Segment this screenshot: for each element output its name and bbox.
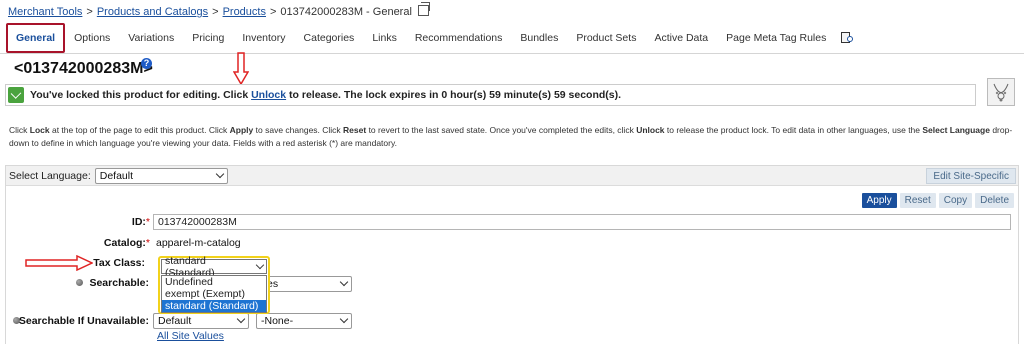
- tab-divider: [0, 53, 1024, 54]
- delete-button[interactable]: Delete: [975, 193, 1014, 208]
- product-edit-panel: Select Language: Default Edit Site-Speci…: [5, 165, 1019, 344]
- reset-button[interactable]: Reset: [899, 193, 936, 208]
- searchable-if-unavailable-site-value: -None-: [261, 315, 294, 327]
- searchable-if-unavailable-value: Default: [158, 315, 192, 327]
- breadcrumb-link-products[interactable]: Products: [223, 6, 266, 18]
- tab-bar: General Options Variations Pricing Inven…: [6, 23, 855, 53]
- language-bar: Select Language: Default Edit Site-Speci…: [6, 166, 1018, 186]
- chevron-down-icon: [236, 314, 246, 324]
- copy-button[interactable]: Copy: [938, 193, 973, 208]
- lock-status-bar: You've locked this product for editing. …: [5, 84, 976, 106]
- lock-message-suffix: to release. The lock expires in 0 hour(s…: [286, 89, 622, 101]
- breadcrumb-separator: >: [86, 6, 93, 18]
- tab-product-sets[interactable]: Product Sets: [567, 23, 645, 53]
- chevron-down-icon: [339, 277, 349, 287]
- tab-active-data[interactable]: Active Data: [645, 23, 717, 53]
- tax-class-options: Undefined exempt (Exempt) standard (Stan…: [161, 275, 267, 313]
- unlock-link[interactable]: Unlock: [251, 89, 286, 101]
- searchable-if-unavailable-select[interactable]: Default: [153, 313, 249, 329]
- breadcrumb-link-merchant-tools[interactable]: Merchant Tools: [8, 6, 82, 18]
- page-title: <013742000283M>: [14, 60, 153, 77]
- id-label: ID:*: [131, 216, 150, 228]
- annotation-arrow-right-icon: [25, 255, 93, 271]
- lock-message-prefix: You've locked this product for editing. …: [30, 89, 252, 101]
- necklace-thumbnail-icon: [987, 78, 1015, 106]
- edit-site-specific-button[interactable]: Edit Site-Specific: [926, 168, 1016, 184]
- language-select-value: Default: [99, 169, 134, 182]
- site-specific-bullet-icon: [76, 279, 83, 286]
- searchable-label: Searchable:: [89, 277, 149, 289]
- searchable-if-unavailable-label: Searchable If Unavailable:: [18, 315, 149, 327]
- tab-page-meta-tag-rules[interactable]: Page Meta Tag Rules: [717, 23, 835, 53]
- tab-categories[interactable]: Categories: [295, 23, 364, 53]
- chevron-down-icon: [339, 314, 349, 324]
- tax-option-undefined[interactable]: Undefined: [162, 276, 266, 288]
- searchable-site-select[interactable]: Yes: [256, 276, 352, 292]
- tab-options[interactable]: Options: [65, 23, 119, 53]
- breadcrumb-separator: >: [269, 6, 277, 18]
- breadcrumb-current: 013742000283M - General: [280, 6, 412, 18]
- select-language-label: Select Language:: [9, 169, 91, 182]
- breadcrumb-link-products-and-catalogs[interactable]: Products and Catalogs: [97, 6, 208, 18]
- copy-icon[interactable]: [417, 2, 430, 16]
- tab-bundles[interactable]: Bundles: [511, 23, 567, 53]
- instructions-text: Click Lock at the top of the page to edi…: [9, 125, 1013, 148]
- tab-links[interactable]: Links: [363, 23, 406, 53]
- tax-option-exempt[interactable]: exempt (Exempt): [162, 288, 266, 300]
- tax-class-dropdown-highlight: standard (Standard) Undefined exempt (Ex…: [158, 255, 270, 314]
- doc-search-icon[interactable]: [841, 32, 855, 44]
- id-field[interactable]: 013742000283M: [153, 214, 1011, 230]
- help-icon[interactable]: ?: [141, 58, 152, 69]
- chevron-down-icon: [215, 169, 224, 178]
- apply-button[interactable]: Apply: [861, 193, 897, 208]
- lock-message: You've locked this product for editing. …: [30, 89, 621, 101]
- catalog-label: Catalog:*: [103, 237, 150, 249]
- tab-general[interactable]: General: [6, 23, 66, 53]
- searchable-if-unavailable-site-select[interactable]: -None-: [256, 313, 352, 329]
- tax-class-select[interactable]: standard (Standard): [161, 255, 267, 279]
- breadcrumb: Merchant Tools > Products and Catalogs > Pro…: [8, 2, 430, 18]
- catalog-value: apparel-m-catalog: [156, 237, 241, 249]
- tab-recommendations[interactable]: Recommendations: [406, 23, 512, 53]
- annotation-arrow-down-icon: [233, 52, 249, 85]
- lock-check-icon: [8, 87, 24, 103]
- tab-pricing[interactable]: Pricing: [183, 23, 233, 53]
- tab-variations[interactable]: Variations: [119, 23, 183, 53]
- all-site-values-link[interactable]: All Site Values: [157, 330, 224, 342]
- language-select[interactable]: Default: [94, 167, 228, 184]
- tax-option-standard[interactable]: standard (Standard): [162, 300, 266, 312]
- chevron-down-icon: [255, 260, 265, 269]
- breadcrumb-separator: >: [212, 6, 219, 18]
- tax-class-label: Tax Class:: [93, 257, 145, 269]
- tab-inventory[interactable]: Inventory: [233, 23, 294, 53]
- action-buttons: Apply Reset Copy Delete: [861, 193, 1014, 208]
